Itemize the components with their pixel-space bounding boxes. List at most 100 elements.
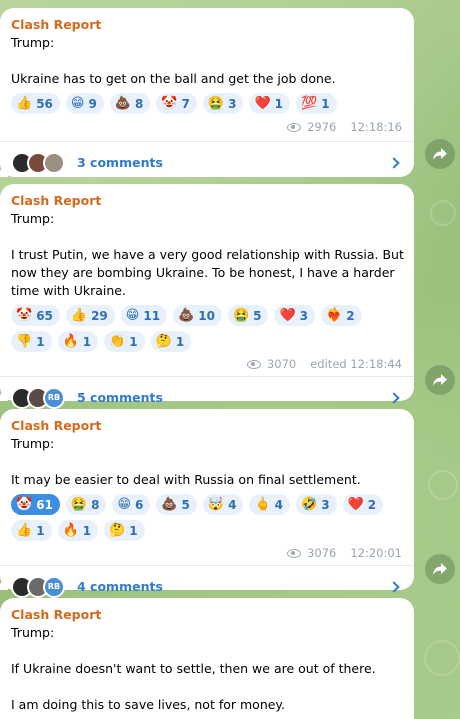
reaction-pill[interactable]: 💩 5 — [156, 494, 197, 515]
reaction-pill[interactable]: 🤔 1 — [150, 331, 192, 352]
channel-post: Clash Report Trump: Ukraine has to get o… — [0, 8, 414, 177]
reaction-pill[interactable]: ❤️‍🔥 2 — [321, 305, 362, 326]
reaction-emoji-icon: 💩 — [161, 497, 178, 512]
reaction-count: 1 — [82, 523, 92, 538]
reaction-count: 65 — [36, 308, 53, 323]
reaction-pill[interactable]: 🤡 61 — [11, 494, 60, 515]
reaction-emoji-icon: 👍 — [16, 96, 33, 111]
reaction-pill[interactable]: 👍 56 — [11, 93, 60, 114]
post-author[interactable]: Clash Report — [11, 606, 404, 624]
reaction-pill[interactable]: 💩 10 — [173, 305, 222, 326]
reaction-count: 1 — [321, 96, 330, 111]
comments-label: 4 comments — [77, 579, 163, 594]
post-meta: 2976 12:18:16 — [11, 116, 404, 138]
reaction-pill[interactable]: 🤣 3 — [296, 494, 337, 515]
view-count: 3070 — [266, 357, 297, 371]
reaction-emoji-icon: 🤔 — [155, 334, 172, 349]
reaction-emoji-icon: 🤮 — [232, 308, 250, 323]
post-author[interactable]: Clash Report — [11, 16, 404, 34]
reaction-emoji-icon: 💯 — [301, 96, 318, 111]
reaction-emoji-icon: ❤️ — [347, 497, 364, 512]
reaction-count: 2 — [346, 308, 355, 323]
reaction-count: 1 — [129, 334, 138, 349]
reaction-pill[interactable]: 😁 11 — [120, 305, 168, 326]
reaction-pill[interactable]: 🤯 4 — [202, 494, 244, 515]
comments-button[interactable]: 3 comments — [0, 141, 414, 183]
reaction-count: 3 — [299, 308, 309, 323]
reaction-pill[interactable]: 💯 1 — [296, 93, 337, 114]
post-meta: 3076 12:20:01 — [11, 542, 404, 564]
reaction-pill[interactable]: 🤮 8 — [65, 494, 107, 515]
reaction-count: 29 — [91, 308, 108, 323]
reaction-pill[interactable]: ❤️ 2 — [342, 494, 384, 515]
post-text: Trump: I trust Putin, we have a very goo… — [11, 211, 404, 298]
reaction-count: 1 — [129, 523, 138, 538]
reaction-emoji-icon: 🤔 — [109, 523, 126, 538]
reaction-count: 1 — [274, 96, 283, 111]
reaction-pill[interactable]: 😁 6 — [112, 494, 151, 515]
post-meta: 3070 edited 12:18:44 — [11, 353, 404, 375]
post-time: 12:18:16 — [350, 120, 402, 134]
reaction-count: 7 — [181, 96, 190, 111]
post-text: Trump: Ukraine has to get on the ball an… — [11, 35, 336, 86]
reactions-bar: 👍 56 😁 9 💩 8 🤡 7 🤮 3 ❤️ 1 💯 1 — [11, 93, 404, 114]
reaction-pill[interactable]: 🔥 1 — [57, 331, 99, 352]
post-author[interactable]: Clash Report — [11, 417, 404, 435]
reaction-emoji-icon: 💩 — [178, 308, 195, 323]
chevron-right-icon — [388, 156, 400, 169]
reaction-pill[interactable]: 🤮 5 — [227, 305, 269, 326]
reaction-pill[interactable]: 😁 9 — [65, 93, 104, 114]
post-text: Trump: It may be easier to deal with Rus… — [11, 436, 361, 487]
comments-label: 3 comments — [77, 155, 163, 170]
reaction-pill[interactable]: 👎 1 — [11, 331, 52, 352]
reaction-emoji-icon: 👍 — [16, 523, 33, 538]
reaction-emoji-icon: 👍 — [70, 308, 88, 323]
reaction-count: 8 — [135, 96, 144, 111]
message-feed[interactable]: Clash Report Trump: Ukraine has to get o… — [0, 0, 460, 719]
reaction-count: 1 — [82, 334, 92, 349]
avatar — [43, 151, 65, 174]
reaction-emoji-icon: 🔥 — [62, 523, 79, 538]
reaction-emoji-icon: 🤡 — [161, 96, 178, 111]
reaction-pill[interactable]: ❤️ 1 — [249, 93, 290, 114]
comments-label: 5 comments — [77, 390, 163, 405]
reaction-emoji-icon: ❤️‍🔥 — [326, 308, 343, 323]
reaction-emoji-icon: 🔥 — [62, 334, 79, 349]
views-icon — [287, 548, 302, 558]
chevron-right-icon — [388, 580, 400, 593]
commenter-avatars: RB — [11, 575, 65, 598]
reaction-pill[interactable]: 🤮 3 — [202, 93, 244, 114]
reaction-count: 1 — [175, 334, 185, 349]
reaction-count: 10 — [198, 308, 215, 323]
reaction-count: 5 — [181, 497, 190, 512]
reactions-bar: 🤡 65 👍 29 😁 11 💩 10 🤮 5 ❤️ 3 ❤️‍🔥 2 👎 1 🔥 1 👏 1 🤔 1 — [11, 305, 404, 352]
reaction-pill[interactable]: 🖕 4 — [249, 494, 290, 515]
reaction-pill[interactable]: 🤡 65 — [11, 305, 60, 326]
reaction-pill[interactable]: 🤡 7 — [156, 93, 197, 114]
reaction-count: 2 — [367, 497, 377, 512]
avatar: RB — [43, 575, 65, 598]
share-button[interactable] — [425, 554, 455, 584]
share-button[interactable] — [425, 139, 455, 169]
reaction-pill[interactable]: 👍 29 — [65, 305, 115, 326]
reaction-count: 4 — [228, 497, 237, 512]
reaction-pill[interactable]: 💩 8 — [109, 93, 151, 114]
post-text: Trump: If Ukraine doesn't want to settle… — [11, 625, 376, 712]
reaction-emoji-icon: 😁 — [70, 96, 85, 111]
reaction-count: 9 — [88, 96, 97, 111]
reaction-count: 1 — [36, 523, 45, 538]
reaction-pill[interactable]: 👍 1 — [11, 520, 52, 541]
reaction-pill[interactable]: 🤔 1 — [104, 520, 145, 541]
share-button[interactable] — [425, 365, 455, 395]
reaction-pill[interactable]: 👏 1 — [104, 331, 145, 352]
commenter-avatars: RB — [11, 386, 65, 409]
post-author[interactable]: Clash Report — [11, 192, 404, 210]
share-arrow-icon — [433, 374, 447, 386]
reaction-pill[interactable]: 🔥 1 — [57, 520, 99, 541]
post-time: edited 12:18:44 — [310, 357, 402, 371]
reaction-emoji-icon: 🤮 — [70, 497, 88, 512]
post-time: 12:20:01 — [350, 546, 402, 560]
reactions-bar: 🤡 61 🤮 8 😁 6 💩 5 🤯 4 🖕 4 🤣 3 ❤️ 2 👍 1 🔥 1 🤔 1 — [11, 494, 404, 541]
reaction-pill[interactable]: ❤️ 3 — [274, 305, 316, 326]
commenter-avatars — [11, 151, 65, 174]
